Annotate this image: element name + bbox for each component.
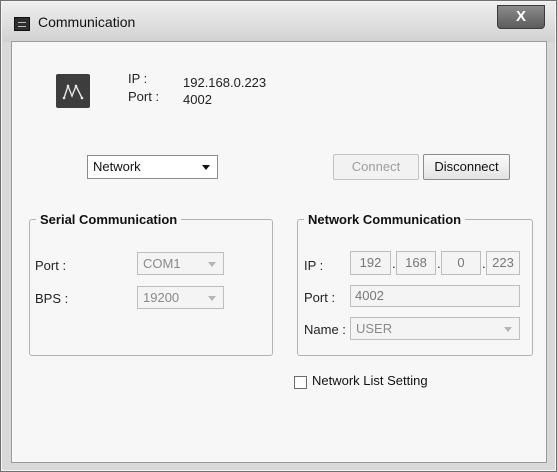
network-port-field[interactable]: 4002	[350, 285, 520, 307]
device-ip-value: 192.168.0.223	[183, 75, 267, 90]
window-title: Communication	[38, 14, 136, 30]
serial-bps-value: 19200	[143, 290, 180, 305]
title-bar: Communication X	[2, 2, 555, 42]
device-port-label: Port :	[128, 89, 160, 104]
close-button[interactable]: X	[497, 5, 545, 29]
chevron-down-icon	[208, 296, 216, 301]
ip-octet-4-field[interactable]: 223	[486, 251, 520, 275]
network-name-value: USER	[356, 321, 393, 336]
ip-octet-1-field[interactable]: 192	[350, 251, 391, 275]
app-icon	[14, 17, 30, 31]
network-list-setting-label[interactable]: Network List Setting	[312, 373, 428, 388]
network-port-label: Port :	[304, 290, 336, 305]
disconnect-button[interactable]: Disconnect	[423, 154, 510, 180]
network-ip-label: IP :	[304, 258, 324, 273]
network-list-setting-checkbox[interactable]	[294, 376, 307, 389]
network-group-title: Network Communication	[308, 212, 462, 227]
chevron-down-icon	[202, 165, 210, 170]
serial-bps-select[interactable]: 19200	[137, 286, 224, 309]
device-logo-icon	[56, 74, 90, 108]
chevron-down-icon	[504, 327, 512, 332]
ip-octet-2-field[interactable]: 168	[396, 251, 436, 275]
ip-octet-3-field[interactable]: 0	[441, 251, 481, 275]
device-port-value: 4002	[183, 92, 212, 107]
serial-port-value: COM1	[143, 256, 181, 271]
dialog-content: IP : 192.168.0.223 Port : 4002 Network C…	[11, 41, 547, 463]
network-name-label: Name :	[304, 322, 346, 337]
serial-port-label: Port :	[35, 258, 67, 273]
serial-communication-group: Serial Communication	[29, 212, 273, 356]
connection-mode-value: Network	[93, 159, 141, 174]
connect-button[interactable]: Connect	[333, 154, 419, 180]
serial-bps-label: BPS :	[35, 291, 69, 306]
connection-mode-select[interactable]: Network	[87, 155, 218, 179]
network-name-select[interactable]: USER	[350, 317, 520, 340]
communication-window: Communication X IP : 192.168.0.223 Port …	[0, 0, 557, 472]
device-ip-label: IP :	[128, 71, 148, 86]
serial-port-select[interactable]: COM1	[137, 252, 224, 275]
serial-group-title: Serial Communication	[40, 212, 178, 227]
chevron-down-icon	[208, 262, 216, 267]
